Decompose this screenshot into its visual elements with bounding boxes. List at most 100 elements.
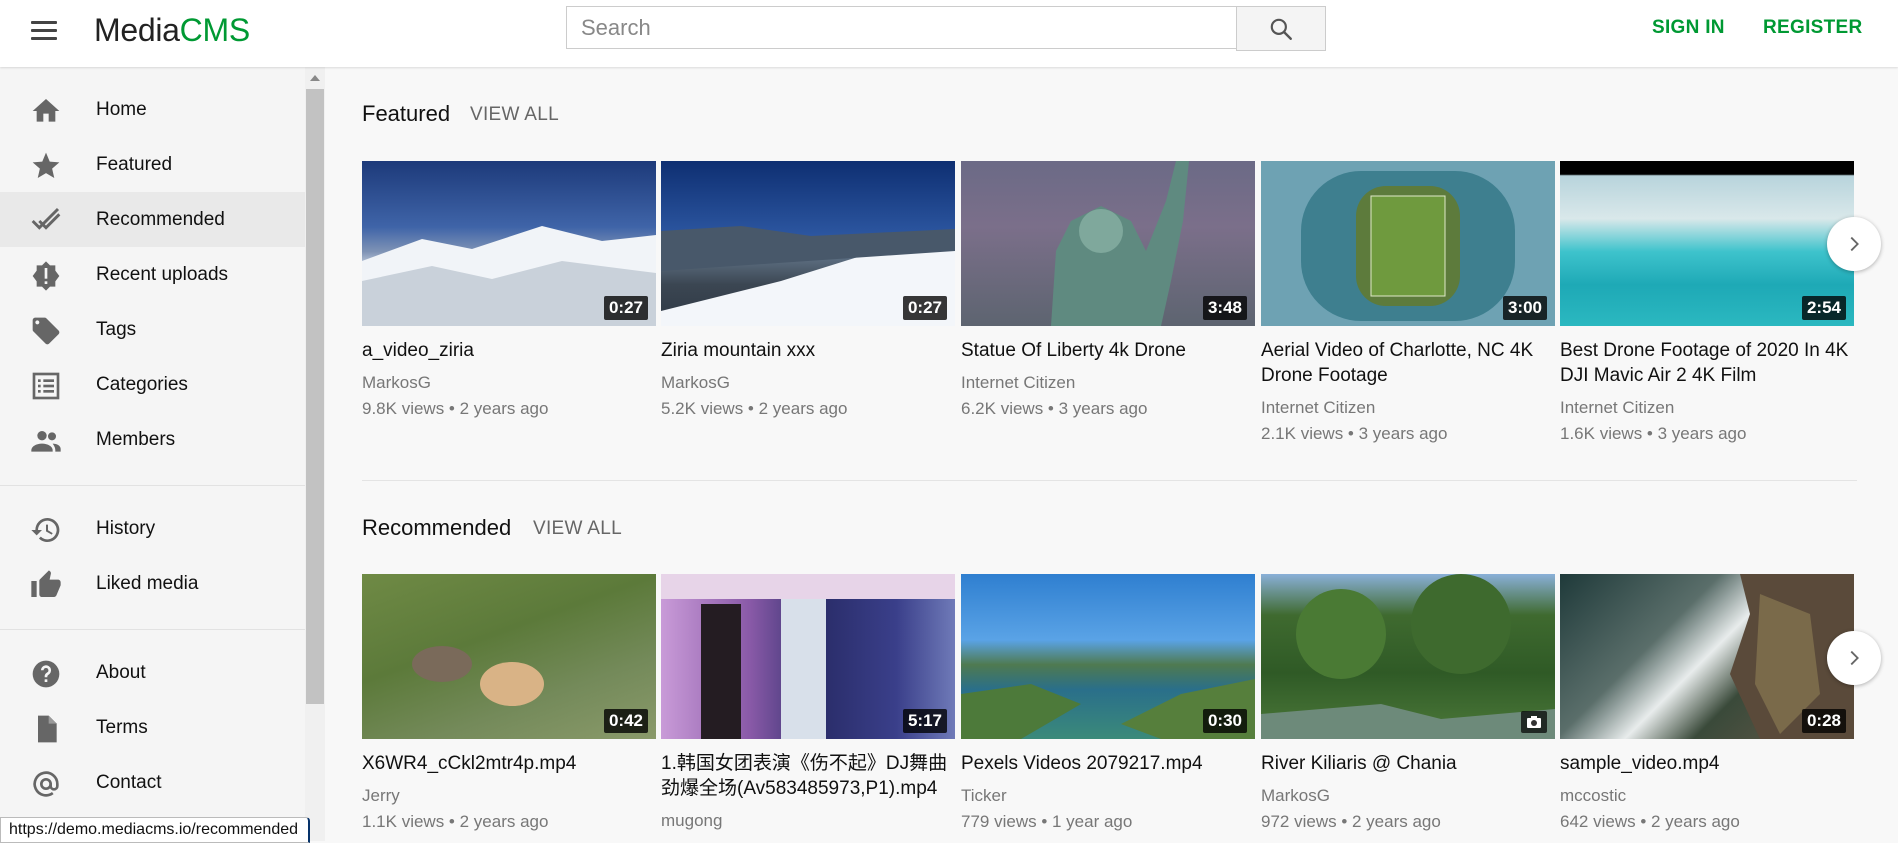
scroll-up-arrow-icon[interactable] — [310, 75, 320, 81]
video-thumbnail[interactable]: 0:27 — [362, 161, 656, 326]
featured-view-all-link[interactable]: VIEW ALL — [470, 104, 559, 126]
recommended-next-button[interactable] — [1827, 631, 1881, 685]
sign-in-link[interactable]: SIGN IN — [1652, 17, 1725, 39]
video-thumbnail[interactable]: 0:27 — [661, 161, 955, 326]
duration-badge: 3:48 — [1202, 296, 1247, 320]
media-author[interactable]: mccostic — [1560, 786, 1854, 806]
scrollbar-thumb[interactable] — [306, 89, 324, 704]
media-author[interactable]: Internet Citizen — [961, 373, 1255, 393]
sidebar-item-featured[interactable]: Featured — [0, 137, 305, 192]
video-thumbnail[interactable]: 5:17 — [661, 574, 955, 739]
media-card[interactable]: 2:54 Best Drone Footage of 2020 In 4K DJ… — [1560, 161, 1854, 444]
media-title[interactable]: River Kiliaris @ Chania — [1261, 751, 1555, 776]
media-author[interactable]: Ticker — [961, 786, 1255, 806]
sidebar-item-about[interactable]: About — [0, 645, 305, 700]
video-thumbnail[interactable]: 0:42 — [362, 574, 656, 739]
media-author[interactable]: mugong — [661, 811, 955, 831]
media-title[interactable]: Pexels Videos 2079217.mp4 — [961, 751, 1255, 776]
media-card[interactable]: 5:17 1.韩国女团表演《伤不起》DJ舞曲劲爆全场(Av583485973,P… — [661, 574, 955, 837]
media-title[interactable]: Aerial Video of Charlotte, NC 4K Drone F… — [1261, 338, 1555, 388]
sidebar: Home Featured Recommended Recent uploads… — [0, 67, 305, 841]
media-card[interactable]: River Kiliaris @ Chania MarkosG 972 view… — [1261, 574, 1555, 832]
media-author[interactable]: Internet Citizen — [1560, 398, 1854, 418]
recommended-section-title: Recommended — [362, 515, 512, 540]
search-input[interactable] — [566, 6, 1236, 49]
media-author[interactable]: Jerry — [362, 786, 656, 806]
media-card[interactable]: 0:30 Pexels Videos 2079217.mp4 Ticker 77… — [961, 574, 1255, 832]
search-icon — [1270, 18, 1292, 40]
duration-badge: 0:27 — [902, 296, 947, 320]
media-meta: 2.1K views • 3 years ago — [1261, 424, 1448, 443]
sidebar-item-terms[interactable]: Terms — [0, 700, 305, 755]
tag-icon — [32, 317, 60, 345]
register-link[interactable]: REGISTER — [1763, 17, 1863, 39]
sidebar-item-categories[interactable]: Categories — [0, 357, 305, 412]
media-title[interactable]: Best Drone Footage of 2020 In 4K DJI Mav… — [1560, 338, 1854, 388]
sidebar-item-label: About — [96, 662, 146, 683]
sidebar-divider — [0, 629, 305, 630]
sidebar-divider — [0, 485, 305, 486]
video-thumbnail[interactable]: 2:54 — [1560, 161, 1854, 326]
document-icon — [38, 715, 57, 743]
media-meta: 779 views • 1 year ago — [961, 812, 1133, 831]
image-thumbnail[interactable] — [1261, 574, 1555, 739]
sidebar-item-recommended[interactable]: Recommended — [0, 192, 305, 247]
sidebar-item-members[interactable]: Members — [0, 412, 305, 467]
media-card[interactable]: 0:42 X6WR4_cCkl2mtr4p.mp4 Jerry 1.1K vie… — [362, 574, 656, 832]
duration-badge: 5:17 — [902, 709, 947, 733]
media-title[interactable]: 1.韩国女团表演《伤不起》DJ舞曲劲爆全场(Av583485973,P1).mp… — [661, 751, 955, 801]
thumb-up-icon — [31, 570, 61, 597]
media-card[interactable]: 3:48 Statue Of Liberty 4k Drone Internet… — [961, 161, 1255, 419]
menu-icon[interactable] — [31, 19, 61, 41]
sidebar-item-label: Recent uploads — [96, 264, 229, 285]
sidebar-item-label: Contact — [96, 772, 162, 793]
sidebar-item-home[interactable]: Home — [0, 82, 305, 137]
media-meta: 972 views • 2 years ago — [1261, 812, 1441, 831]
search-button[interactable] — [1236, 6, 1326, 51]
video-thumbnail[interactable]: 3:00 — [1261, 161, 1555, 326]
history-icon — [31, 517, 60, 542]
media-meta: 5.2K views • 2 years ago — [661, 399, 848, 418]
sidebar-item-contact[interactable]: Contact — [0, 755, 305, 810]
logo-media-text: Media — [94, 12, 180, 48]
sidebar-item-liked-media[interactable]: Liked media — [0, 556, 305, 611]
media-card[interactable]: 0:27 Ziria mountain xxx MarkosG 5.2K vie… — [661, 161, 955, 419]
media-title[interactable]: X6WR4_cCkl2mtr4p.mp4 — [362, 751, 656, 776]
media-title[interactable]: Statue Of Liberty 4k Drone — [961, 338, 1255, 363]
duration-badge: 0:42 — [603, 709, 648, 733]
video-thumbnail[interactable]: 0:28 — [1560, 574, 1854, 739]
sidebar-item-tags[interactable]: Tags — [0, 302, 305, 357]
sidebar-scrollbar[interactable] — [305, 67, 325, 841]
help-icon — [32, 660, 60, 688]
sidebar-item-label: History — [96, 518, 156, 539]
featured-section-title: Featured — [362, 101, 451, 126]
video-thumbnail[interactable]: 0:30 — [961, 574, 1255, 739]
top-header: MediaCMS SIGN IN REGISTER — [0, 0, 1898, 67]
media-title[interactable]: sample_video.mp4 — [1560, 751, 1854, 776]
recommended-view-all-link[interactable]: VIEW ALL — [533, 518, 622, 540]
logo[interactable]: MediaCMS — [94, 12, 250, 49]
media-card[interactable]: 3:00 Aerial Video of Charlotte, NC 4K Dr… — [1261, 161, 1555, 444]
sidebar-item-label: Categories — [96, 374, 188, 395]
media-author[interactable]: MarkosG — [661, 373, 955, 393]
media-card[interactable]: 0:27 a_video_ziria MarkosG 9.8K views • … — [362, 161, 656, 419]
media-author[interactable]: Internet Citizen — [1261, 398, 1555, 418]
media-card[interactable]: 0:28 sample_video.mp4 mccostic 642 views… — [1560, 574, 1854, 832]
video-thumbnail[interactable]: 3:48 — [961, 161, 1255, 326]
media-meta: 6.2K views • 3 years ago — [961, 399, 1148, 418]
chevron-right-icon — [1850, 650, 1859, 666]
chevron-right-icon — [1850, 236, 1859, 252]
sidebar-item-label: Home — [96, 99, 147, 120]
at-icon — [33, 771, 59, 797]
media-title[interactable]: a_video_ziria — [362, 338, 656, 363]
media-author[interactable]: MarkosG — [362, 373, 656, 393]
duration-badge: 0:27 — [603, 296, 648, 320]
media-meta: 1.1K views • 2 years ago — [362, 812, 549, 831]
media-title[interactable]: Ziria mountain xxx — [661, 338, 955, 363]
media-author[interactable]: MarkosG — [1261, 786, 1555, 806]
sidebar-item-history[interactable]: History — [0, 501, 305, 556]
featured-next-button[interactable] — [1827, 217, 1881, 271]
new-badge-icon — [32, 261, 60, 291]
sidebar-item-recent-uploads[interactable]: Recent uploads — [0, 247, 305, 302]
search-bar — [566, 6, 1326, 51]
